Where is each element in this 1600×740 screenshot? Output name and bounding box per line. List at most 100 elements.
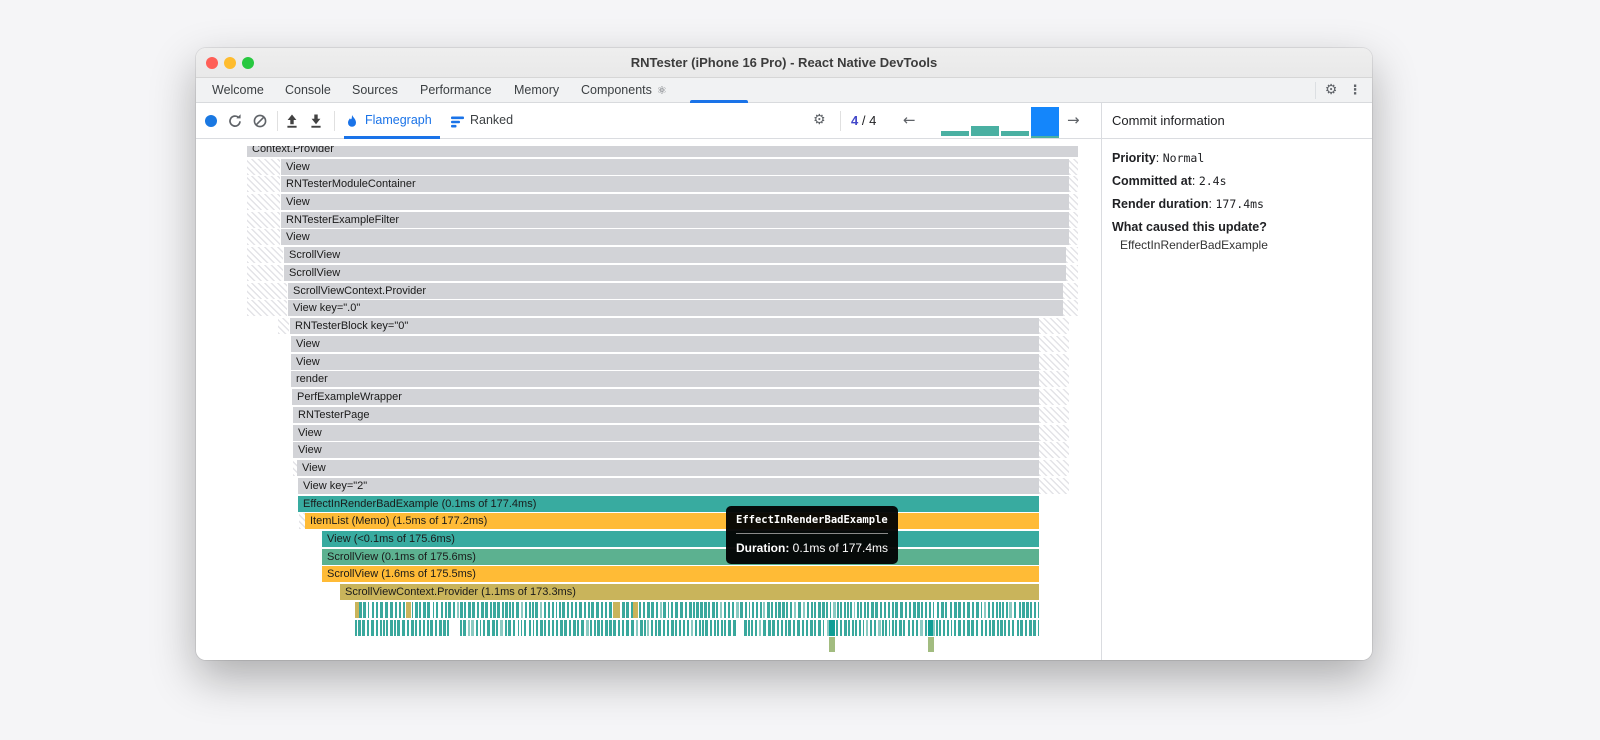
flame-bar[interactable]: ScrollViewContext.Provider (1.1ms of 173… [340, 584, 1039, 600]
flame-mini-bar[interactable] [492, 620, 495, 636]
flame-mini-bar[interactable] [362, 620, 366, 636]
flame-mini-bar[interactable] [847, 602, 849, 618]
flame-mini-bar[interactable] [1038, 602, 1039, 618]
flame-mini-bar[interactable] [851, 620, 854, 636]
flame-mini-bar[interactable] [928, 637, 934, 652]
record-button[interactable] [205, 115, 217, 127]
next-commit-arrow-icon[interactable]: → [1067, 111, 1080, 129]
flame-mini-bar[interactable] [971, 620, 974, 636]
flame-mini-bar[interactable] [772, 620, 775, 636]
flame-mini-bar[interactable] [385, 602, 388, 618]
flame-mini-bar[interactable] [976, 602, 980, 618]
commit-bar[interactable] [941, 131, 969, 136]
flame-mini-bar[interactable] [426, 620, 430, 636]
flame-mini-bar[interactable] [774, 602, 777, 618]
flame-mini-bar[interactable] [720, 620, 723, 636]
flame-mini-bar[interactable] [430, 620, 434, 636]
flame-mini-bar[interactable] [991, 602, 995, 618]
flame-mini-bar[interactable] [504, 620, 508, 636]
flame-mini-bar[interactable] [544, 602, 547, 618]
flame-mini-bar[interactable] [810, 602, 813, 618]
flame-bar[interactable]: View [291, 336, 1039, 352]
flame-mini-bar[interactable] [788, 620, 792, 636]
flame-mini-bar[interactable] [786, 602, 789, 618]
flame-mini-bar[interactable] [663, 602, 667, 618]
flame-mini-bar[interactable] [936, 620, 939, 636]
flame-mini-bar[interactable] [532, 620, 535, 636]
flame-mini-bar[interactable] [390, 620, 393, 636]
commit-bar[interactable] [1001, 131, 1029, 136]
flame-mini-bar[interactable] [954, 602, 958, 618]
flame-mini-bar[interactable] [479, 620, 482, 636]
flame-mini-bar[interactable] [631, 620, 634, 636]
flame-mini-bar[interactable] [658, 620, 661, 636]
flame-mini-bar[interactable] [635, 620, 639, 636]
flame-mini-bar[interactable] [781, 620, 784, 636]
flame-mini-bar[interactable] [593, 620, 596, 636]
flame-mini-bar[interactable] [714, 620, 716, 636]
flame-mini-bar[interactable] [798, 602, 801, 618]
flame-mini-bar[interactable] [884, 602, 886, 618]
flame-mini-bar[interactable] [908, 602, 912, 618]
flame-mini-bar[interactable] [814, 620, 817, 636]
flame-mini-bar[interactable] [401, 620, 405, 636]
flame-mini-bar[interactable] [778, 602, 781, 618]
clear-profiling-data-icon[interactable] [252, 113, 268, 129]
flame-mini-bar[interactable] [439, 620, 443, 636]
flame-mini-bar[interactable] [814, 602, 817, 618]
flame-mini-bar[interactable] [887, 602, 891, 618]
flame-mini-bar[interactable] [355, 602, 359, 618]
flame-mini-bar[interactable] [528, 602, 531, 618]
flame-mini-bar[interactable] [386, 620, 388, 636]
flame-mini-bar[interactable] [646, 602, 650, 618]
flame-mini-bar[interactable] [456, 602, 459, 618]
flame-mini-bar[interactable] [589, 620, 593, 636]
flame-bar[interactable]: View key=".0" [288, 300, 1063, 316]
flame-mini-bar[interactable] [667, 602, 670, 618]
flame-mini-bar[interactable] [577, 620, 580, 636]
flame-mini-bar[interactable] [723, 602, 727, 618]
update-cause-value[interactable]: EffectInRenderBadExample [1112, 238, 1362, 252]
flame-mini-bar[interactable] [379, 620, 382, 636]
flame-mini-bar[interactable] [719, 602, 722, 618]
flame-mini-bar[interactable] [487, 620, 490, 636]
flame-bar[interactable]: ScrollViewContext.Provider [288, 283, 1063, 299]
flame-mini-bar[interactable] [573, 620, 576, 636]
flame-mini-bar[interactable] [928, 602, 932, 618]
flame-mini-bar[interactable] [674, 602, 678, 618]
flame-mini-bar[interactable] [822, 602, 825, 618]
flame-mini-bar[interactable] [375, 620, 379, 636]
flame-bar[interactable]: Context.Provider [247, 146, 1078, 157]
flame-bar[interactable]: View [297, 460, 1039, 476]
flame-mini-bar[interactable] [1007, 620, 1010, 636]
flame-mini-bar[interactable] [743, 620, 747, 636]
flame-mini-bar[interactable] [809, 620, 813, 636]
flame-mini-bar[interactable] [468, 620, 471, 636]
flame-mini-bar[interactable] [912, 620, 914, 636]
flame-mini-bar[interactable] [472, 602, 476, 618]
flame-mini-bar[interactable] [844, 620, 847, 636]
flame-mini-bar[interactable] [693, 602, 695, 618]
flame-mini-bar[interactable] [540, 620, 543, 636]
flame-mini-bar[interactable] [524, 620, 527, 636]
flame-mini-bar[interactable] [375, 602, 379, 618]
flame-mini-bar[interactable] [708, 602, 711, 618]
flame-mini-bar[interactable] [924, 620, 927, 636]
flame-mini-bar[interactable] [949, 602, 953, 618]
flame-mini-bar[interactable] [675, 620, 678, 636]
flame-mini-bar[interactable] [854, 620, 857, 636]
flame-mini-bar[interactable] [700, 602, 703, 618]
flame-mini-bar[interactable] [858, 620, 862, 636]
export-profile-icon[interactable] [308, 113, 324, 129]
flame-mini-bar[interactable] [516, 602, 519, 618]
flame-mini-bar[interactable] [732, 620, 736, 636]
flame-mini-bar[interactable] [1029, 602, 1032, 618]
flame-bar[interactable]: ItemList (Memo) (1.5ms of 177.2ms) [305, 513, 1039, 529]
flame-mini-bar[interactable] [600, 620, 604, 636]
flame-mini-bar[interactable] [771, 602, 774, 618]
flame-mini-bar[interactable] [1004, 620, 1007, 636]
flame-mini-bar[interactable] [666, 620, 670, 636]
flame-mini-bar[interactable] [904, 602, 907, 618]
flame-bar[interactable]: View (<0.1ms of 175.6ms) [322, 531, 1039, 547]
flame-mini-bar[interactable] [596, 602, 599, 618]
